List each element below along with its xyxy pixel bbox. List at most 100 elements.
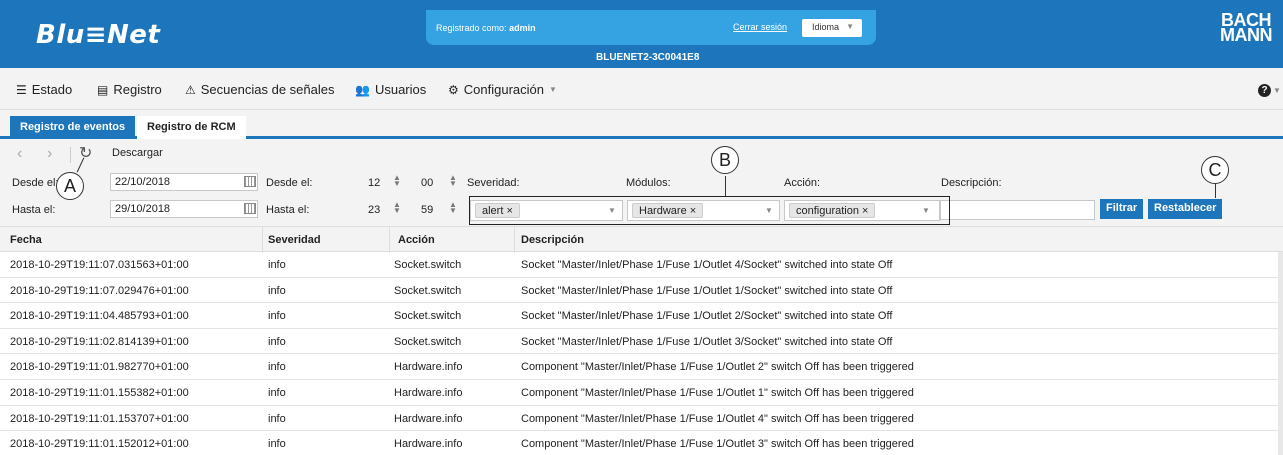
table-row[interactable]: 2018-10-29T19:11:04.485793+01:00 info Sock… (0, 303, 1283, 329)
user-panel: Registrado como: admin Cerrar sesión Idi… (426, 10, 876, 45)
cell-description: Component "Master/Inlet/Phase 1/Fuse 1/O… (521, 361, 914, 374)
cell-description: Socket "Master/Inlet/Phase 1/Fuse 1/Outl… (521, 284, 893, 297)
tab-event-log[interactable]: Registro de eventos (10, 116, 136, 139)
to-minute-stepper[interactable]: 59 (421, 204, 433, 216)
cell-action: Socket.switch (394, 310, 462, 323)
cell-description: Component "Master/Inlet/Phase 1/Fuse 1/O… (521, 386, 914, 399)
document-icon: ▤ (97, 82, 109, 97)
reset-button[interactable]: Restablecer (1148, 199, 1223, 219)
app-header: Blu≡Net Registrado como: admin Cerrar se… (0, 0, 1283, 68)
table-row[interactable]: 2018-10-29T19:11:07.031563+01:00 info Sock… (0, 252, 1283, 278)
warning-icon: ⚠ (185, 82, 196, 97)
chevron-down-icon: ▼ (1273, 86, 1281, 95)
column-header-severity[interactable]: Severidad (268, 234, 321, 246)
table-row[interactable]: 2018-10-29T19:11:01.153707+01:00 info Hard… (0, 406, 1283, 432)
column-header-action[interactable]: Acción (398, 234, 435, 246)
from-date-label: Desde el: (12, 177, 59, 189)
action-label: Acción: (784, 177, 821, 189)
cell-date: 2018-10-29T19:11:01.153707+01:00 (10, 412, 189, 425)
column-header-description[interactable]: Descripción (521, 234, 584, 246)
column-divider (262, 227, 263, 253)
filter-button[interactable]: Filtrar (1100, 199, 1144, 219)
to-hour-stepper[interactable]: 23 (368, 204, 380, 216)
cell-description: Socket "Master/Inlet/Phase 1/Fuse 1/Outl… (521, 310, 893, 323)
chevron-left-icon[interactable]: ‹ (17, 145, 22, 163)
nav-item-configuracion[interactable]: ⚙ Configuración ▼ (448, 82, 557, 97)
nav-label: Configuración (463, 82, 544, 97)
to-date-input[interactable]: 29/10/2018 (110, 200, 258, 218)
stepper-arrows-icon[interactable]: ▲ ▼ (393, 201, 401, 215)
to-time-label: Hasta el: (266, 204, 310, 216)
table-row[interactable]: 2018-10-29T19:11:07.029476+01:00 info Sock… (0, 278, 1283, 304)
nav-item-estado[interactable]: ☰ Estado (16, 82, 72, 97)
cell-action: Hardware.info (394, 438, 463, 451)
nav-label: Usuarios (374, 82, 427, 97)
bachmann-logo: BACH MANN (1220, 11, 1273, 45)
cell-severity: info (268, 284, 286, 297)
help-button[interactable]: ? ▼ (1258, 81, 1281, 97)
brand-line-2: MANN (1220, 25, 1273, 45)
nav-item-secuencias[interactable]: ⚠ Secuencias de señales (185, 82, 334, 97)
username: admin (509, 23, 536, 33)
cell-severity: info (268, 335, 286, 348)
vertical-scrollbar[interactable] (1278, 252, 1283, 455)
column-divider (389, 227, 390, 253)
toolbar-divider (70, 147, 71, 163)
cell-action: Hardware.info (394, 412, 463, 425)
modules-label: Módulos: (626, 177, 671, 189)
stepper-arrows-icon[interactable]: ▲ ▼ (393, 174, 401, 188)
description-input[interactable] (940, 200, 1095, 220)
cell-description: Socket "Master/Inlet/Phase 1/Fuse 1/Outl… (521, 335, 893, 348)
cell-action: Hardware.info (394, 386, 463, 399)
table-row[interactable]: 2018-10-29T19:11:01.982770+01:00 info Hard… (0, 354, 1283, 380)
cell-severity: info (268, 361, 286, 374)
help-icon: ? (1258, 84, 1271, 97)
download-button[interactable]: Descargar (112, 147, 163, 159)
chevron-down-icon: ▼ (548, 85, 557, 94)
column-header-date[interactable]: Fecha (10, 234, 42, 246)
calendar-icon[interactable] (244, 176, 256, 187)
tab-rcm-log[interactable]: Registro de RCM (137, 116, 246, 139)
cell-severity: info (268, 386, 286, 399)
cell-severity: info (268, 310, 286, 323)
cell-severity: info (268, 438, 286, 451)
language-select[interactable]: Idioma ▼ (802, 19, 862, 37)
from-date-input[interactable]: 22/10/2018 (110, 173, 258, 191)
table-header: Fecha Severidad Acción Descripción (0, 226, 1283, 253)
cell-action: Socket.switch (394, 259, 462, 271)
table-row[interactable]: 2018-10-29T19:11:01.155382+01:00 info Hard… (0, 380, 1283, 406)
cell-severity: info (268, 259, 286, 271)
cell-date: 2018-10-29T19:11:01.155382+01:00 (10, 386, 189, 399)
cell-action: Socket.switch (394, 335, 462, 348)
logged-in-text: Registrado como: admin (436, 23, 536, 33)
table-row[interactable]: 2018-10-29T19:11:01.152012+01:00 info Hard… (0, 431, 1283, 455)
stepper-arrows-icon[interactable]: ▲ ▼ (449, 201, 457, 215)
main-navigation: ☰ Estado ▤ Registro ⚠ Secuencias de seña… (0, 68, 1283, 110)
cell-date: 2018-10-29T19:11:07.031563+01:00 (10, 259, 189, 271)
tab-bar: Registro de eventos Registro de RCM (0, 110, 1283, 139)
logout-link[interactable]: Cerrar sesión (733, 22, 787, 32)
calendar-icon[interactable] (244, 203, 256, 214)
callout-b-frame (469, 196, 950, 225)
nav-item-registro[interactable]: ▤ Registro (97, 82, 162, 97)
event-table-body: 2018-10-29T19:11:07.031563+01:00 info Sock… (0, 252, 1283, 455)
chevron-right-icon[interactable]: › (47, 145, 52, 163)
table-row[interactable]: 2018-10-29T19:11:02.814139+01:00 info Sock… (0, 329, 1283, 355)
device-name: BLUENET2-3C0041E8 (596, 52, 700, 63)
users-icon: 👥 (355, 82, 370, 97)
cell-description: Component "Master/Inlet/Phase 1/Fuse 1/O… (521, 438, 914, 451)
from-minute-stepper[interactable]: 00 (421, 177, 433, 189)
stepper-arrows-icon[interactable]: ▲ ▼ (449, 174, 457, 188)
cell-date: 2018-10-29T19:11:01.152012+01:00 (10, 438, 189, 451)
from-hour-stepper[interactable]: 12 (368, 177, 380, 189)
gear-icon: ⚙ (448, 82, 459, 97)
callout-c-line (1215, 184, 1216, 198)
column-divider (514, 227, 515, 253)
severity-label: Severidad: (467, 177, 520, 189)
from-time-label: Desde el: (266, 177, 313, 189)
nav-label: Secuencias de señales (200, 82, 335, 97)
to-date-label: Hasta el: (12, 204, 56, 216)
cell-action: Hardware.info (394, 361, 463, 374)
nav-item-usuarios[interactable]: 👥 Usuarios (355, 82, 426, 97)
logged-in-label: Registrado como: (436, 23, 507, 33)
